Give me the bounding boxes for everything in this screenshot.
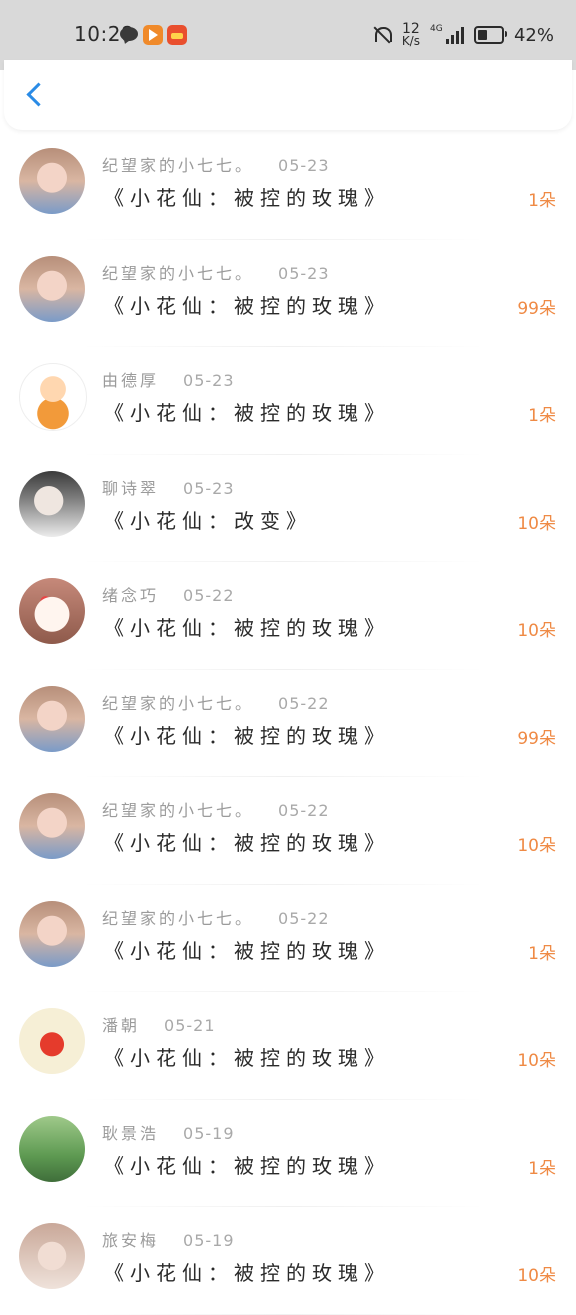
sender-name: 纪望家的小七七。 — [102, 908, 255, 928]
sender-line: 纪望家的小七七。 05-22 — [102, 797, 330, 821]
sent-date: 05-23 — [183, 371, 235, 390]
cellular-signal-icon: 4G — [429, 24, 464, 44]
gift-record-row[interactable]: 纪望家的小七七。 05-22 《小花仙：被控的玫瑰》 99朵 — [0, 670, 576, 777]
sent-date: 05-23 — [278, 156, 330, 175]
gift-count: 1朵 — [528, 406, 556, 426]
sent-date: 05-19 — [183, 1123, 235, 1143]
store-app-icon — [167, 25, 187, 45]
sender-line: 潘朝 05-21 — [102, 1012, 216, 1036]
sent-date: 05-21 — [164, 1016, 216, 1035]
divider — [80, 1313, 486, 1315]
sender-name: 绪念巧 — [102, 586, 160, 605]
gift-name: 《小花仙：被控的玫瑰》 — [104, 616, 390, 640]
gift-count: 10朵 — [517, 513, 556, 534]
sender-line: 纪望家的小七七。 05-22 — [102, 905, 330, 929]
sender-line: 纪望家的小七七。 05-23 — [102, 260, 330, 284]
gift-name: 《小花仙：被控的玫瑰》 — [104, 1261, 390, 1285]
sender-line: 绪念巧 05-22 — [102, 582, 235, 606]
avatar[interactable] — [19, 1008, 85, 1074]
avatar[interactable] — [19, 363, 87, 431]
gift-record-row[interactable]: 潘朝 05-21 《小花仙：被控的玫瑰》 10朵 — [0, 992, 576, 1100]
gift-name: 《小花仙：被控的玫瑰》 — [104, 723, 390, 748]
avatar[interactable] — [19, 793, 85, 859]
avatar[interactable] — [19, 578, 85, 644]
avatar[interactable] — [19, 148, 85, 214]
mute-bell-icon — [372, 25, 392, 45]
gift-name: 《小花仙：改变》 — [104, 508, 312, 533]
gift-record-row[interactable]: 纪望家的小七七。 05-23 《小花仙：被控的玫瑰》 99朵 — [0, 240, 576, 347]
sender-line: 耿景浩 05-19 — [102, 1120, 235, 1144]
nav-bar — [4, 60, 572, 130]
gift-count: 99朵 — [517, 298, 556, 319]
gift-name: 《小花仙：被控的玫瑰》 — [104, 938, 390, 963]
network-speed: 12 K/s — [401, 22, 420, 48]
sender-name: 纪望家的小七七。 — [102, 263, 255, 283]
gift-record-row[interactable]: 耿景浩 05-19 《小花仙：被控的玫瑰》 1朵 — [0, 1100, 576, 1207]
gift-list: 纪望家的小七七。 05-23 《小花仙：被控的玫瑰》 1朵 纪望家的小七七。 05-23 《… — [0, 132, 576, 1315]
gift-record-row[interactable]: 纪望家的小七七。 05-22 《小花仙：被控的玫瑰》 10朵 — [0, 777, 576, 885]
gift-record-row[interactable]: 聊诗翠 05-23 《小花仙：改变》 10朵 — [0, 455, 576, 562]
sender-name: 纪望家的小七七。 — [102, 156, 255, 175]
gift-name: 《小花仙：被控的玫瑰》 — [104, 1153, 390, 1178]
gift-count: 10朵 — [517, 1051, 556, 1071]
back-button[interactable] — [18, 78, 52, 112]
gift-record-row[interactable]: 纪望家的小七七。 05-23 《小花仙：被控的玫瑰》 1朵 — [0, 132, 576, 240]
gift-count: 99朵 — [517, 728, 556, 749]
avatar[interactable] — [19, 1223, 85, 1289]
sent-date: 05-19 — [183, 1231, 235, 1250]
sent-date: 05-22 — [278, 908, 330, 928]
avatar[interactable] — [19, 470, 85, 537]
gift-name: 《小花仙：被控的玫瑰》 — [104, 186, 390, 210]
network-speed-unit: K/s — [401, 34, 420, 48]
gift-count: 1朵 — [528, 191, 556, 211]
avatar[interactable] — [19, 255, 85, 322]
gift-count: 1朵 — [528, 943, 556, 964]
battery-percent: 42% — [513, 24, 554, 46]
sender-line: 纪望家的小七七。 05-22 — [102, 690, 330, 714]
gift-name: 《小花仙：被控的玫瑰》 — [104, 401, 390, 425]
avatar[interactable] — [19, 685, 85, 752]
sent-date: 05-22 — [278, 801, 330, 820]
sender-name: 由德厚 — [102, 371, 160, 390]
gift-count: 10朵 — [517, 836, 556, 856]
avatar[interactable] — [19, 900, 85, 967]
battery-icon — [473, 26, 507, 44]
sent-date: 05-22 — [183, 586, 235, 605]
sender-name: 纪望家的小七七。 — [102, 693, 255, 713]
sent-date: 05-23 — [183, 478, 235, 498]
chat-bubble-icon — [120, 25, 140, 45]
gift-record-row[interactable]: 纪望家的小七七。 05-22 《小花仙：被控的玫瑰》 1朵 — [0, 885, 576, 992]
gift-name: 《小花仙：被控的玫瑰》 — [104, 293, 390, 318]
sender-line: 由德厚 05-23 — [102, 367, 235, 391]
network-type-label: 4G — [429, 24, 443, 34]
sender-name: 聊诗翠 — [102, 478, 160, 498]
chevron-left-icon — [26, 82, 51, 107]
video-app-icon — [143, 25, 163, 45]
gift-count: 10朵 — [517, 621, 556, 641]
gift-name: 《小花仙：被控的玫瑰》 — [104, 1046, 390, 1070]
gift-record-row[interactable]: 旅安梅 05-19 《小花仙：被控的玫瑰》 10朵 — [0, 1207, 576, 1315]
sender-name: 纪望家的小七七。 — [102, 801, 255, 820]
sender-name: 旅安梅 — [102, 1231, 160, 1250]
gift-name: 《小花仙：被控的玫瑰》 — [104, 831, 390, 855]
sent-date: 05-23 — [278, 263, 330, 283]
gift-record-row[interactable]: 绪念巧 05-22 《小花仙：被控的玫瑰》 10朵 — [0, 562, 576, 670]
gift-count: 10朵 — [517, 1266, 556, 1286]
sender-name: 耿景浩 — [102, 1123, 160, 1143]
status-indicators: 12 K/s 4G 42% — [372, 20, 554, 50]
sender-name: 潘朝 — [102, 1016, 141, 1035]
gift-record-row[interactable]: 由德厚 05-23 《小花仙：被控的玫瑰》 1朵 — [0, 347, 576, 455]
avatar[interactable] — [19, 1115, 85, 1182]
sender-line: 旅安梅 05-19 — [102, 1227, 235, 1251]
sent-date: 05-22 — [278, 693, 330, 713]
sender-line: 纪望家的小七七。 05-23 — [102, 152, 330, 176]
gift-count: 1朵 — [528, 1158, 556, 1179]
sender-line: 聊诗翠 05-23 — [102, 475, 235, 499]
